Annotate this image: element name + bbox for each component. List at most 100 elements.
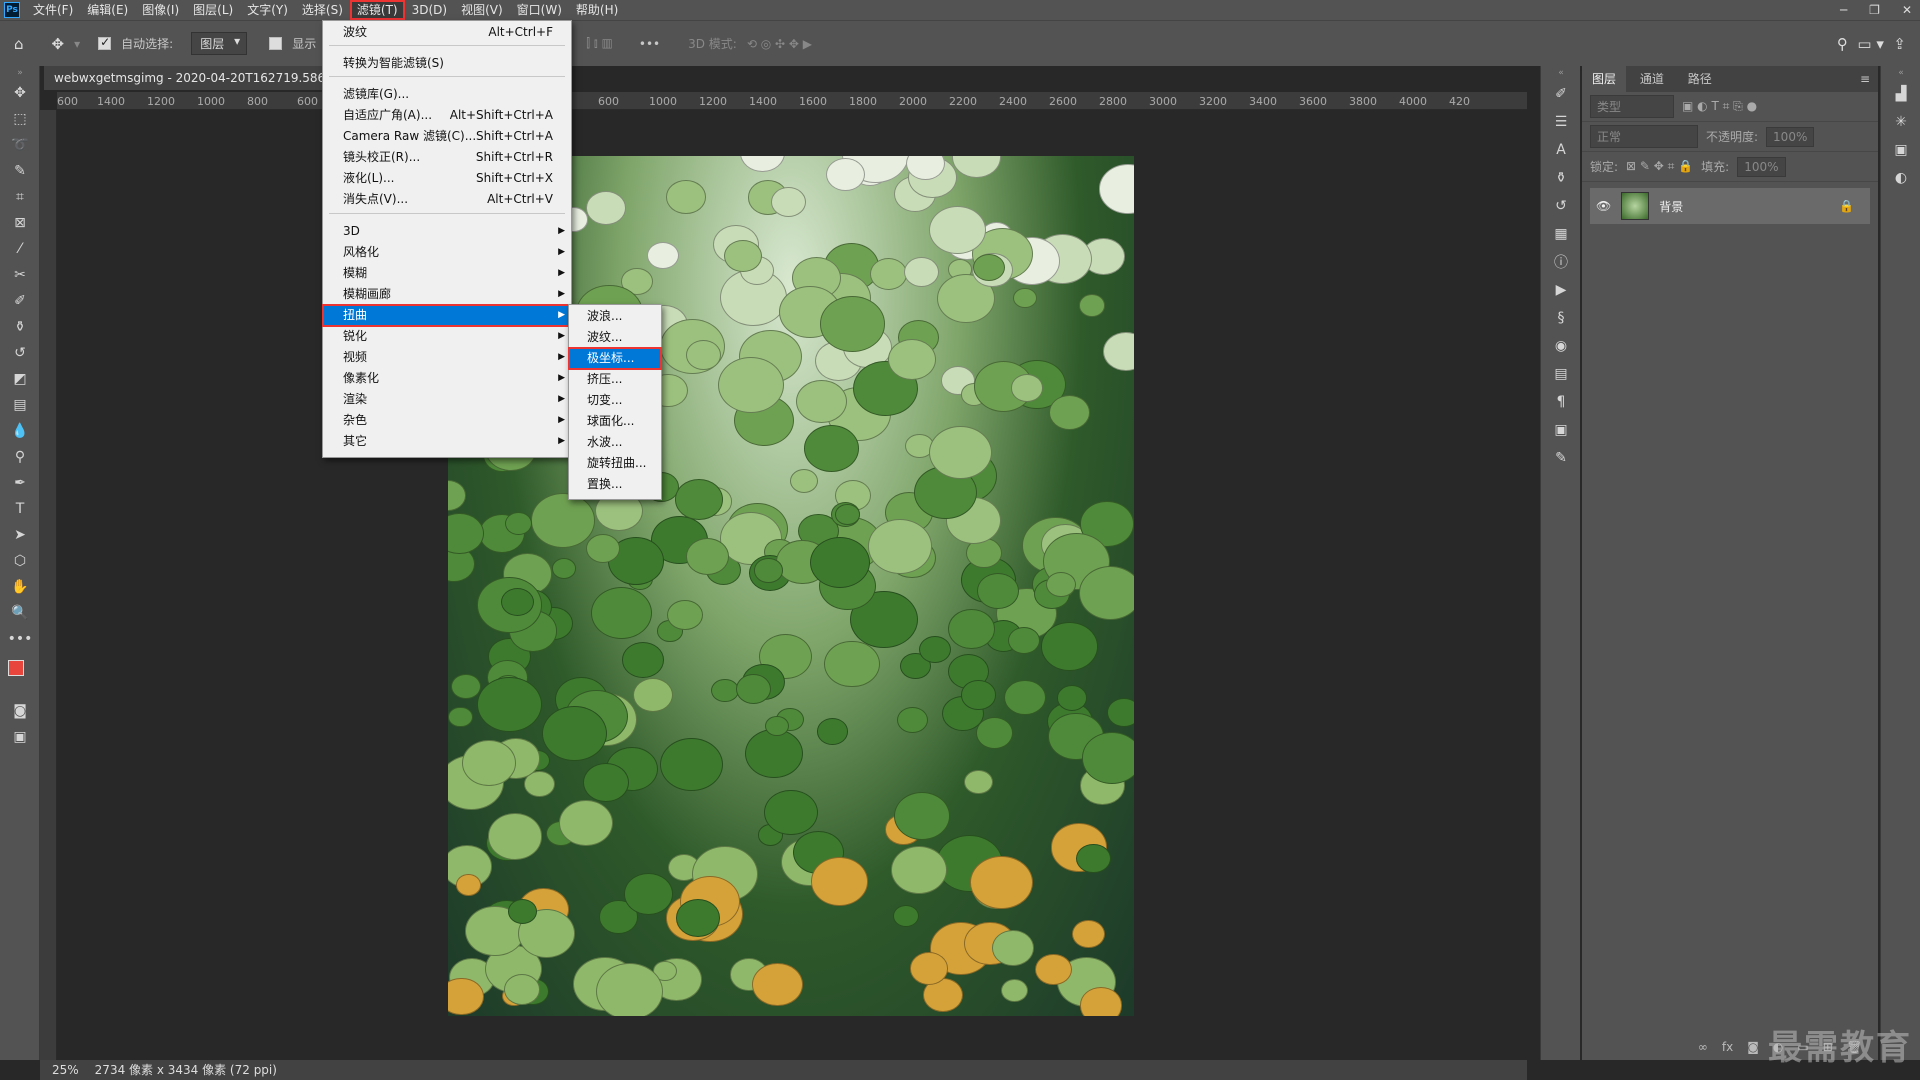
search-icon[interactable]: ⚲ ▭ ▾ ⇪	[1837, 35, 1906, 53]
fill-input[interactable]: 100%	[1737, 156, 1786, 177]
tab-paths[interactable]: 路径	[1678, 66, 1722, 92]
menu-item-smart-filter[interactable]: 转换为智能滤镜(S)	[323, 53, 571, 74]
3d-mode-icons[interactable]: ⟲ ◎ ✣ ✥ ▶	[747, 37, 812, 51]
tab-layers[interactable]: 图层	[1582, 66, 1627, 92]
more-options-button[interactable]: •••	[639, 37, 660, 51]
clone-source-icon[interactable]: ⚱	[1541, 164, 1581, 192]
path-select-icon[interactable]: ➤	[0, 522, 40, 548]
menu-item-3d[interactable]: 3D ▶	[323, 221, 571, 242]
brush-settings-icon[interactable]: ✐	[1541, 80, 1581, 108]
collapse-icon[interactable]: «	[1541, 66, 1581, 80]
zoom-level[interactable]: 25%	[52, 1060, 79, 1080]
submenu-shear[interactable]: 切变...	[569, 390, 661, 411]
move-icon[interactable]: ✥	[0, 80, 40, 106]
lock-icons[interactable]: ⊠ ✎ ✥ ⌗ 🔒	[1626, 159, 1693, 174]
menu-item-liquify[interactable]: 液化(L)... Shift+Ctrl+X	[323, 168, 571, 189]
submenu-spherize[interactable]: 球面化...	[569, 411, 661, 432]
blur-icon[interactable]: 💧	[0, 418, 40, 444]
submenu-wave[interactable]: 波浪...	[569, 306, 661, 327]
filter-icons[interactable]: ▣ ◐ T ⌗ ⎘ ●	[1682, 99, 1757, 114]
menu-item-ripple-last[interactable]: 波纹 Alt+Ctrl+F	[323, 22, 571, 43]
document-info[interactable]: 2734 像素 x 3434 像素 (72 ppi)	[95, 1060, 277, 1080]
stamp-icon[interactable]: ⚱	[0, 314, 40, 340]
adjustments-icon[interactable]: ◐	[1881, 164, 1920, 192]
properties-icon[interactable]: ▣	[1541, 416, 1581, 444]
auto-select-dropdown[interactable]: 图层	[191, 32, 248, 55]
submenu-zigzag[interactable]: 水波...	[569, 432, 661, 453]
marquee-icon[interactable]: ⬚	[0, 106, 40, 132]
color-swatches[interactable]	[0, 652, 40, 698]
layer-row-background[interactable]: 👁 背景 🔒	[1590, 188, 1870, 224]
restore-button[interactable]: ❐	[1869, 3, 1880, 17]
menu-3d[interactable]: 3D(D)	[405, 0, 454, 20]
type-icon[interactable]: T	[0, 496, 40, 522]
navigator-icon[interactable]: ✳	[1881, 108, 1920, 136]
menu-help[interactable]: 帮助(H)	[569, 0, 625, 20]
menu-file[interactable]: 文件(F)	[26, 0, 80, 20]
screen-mode-icon[interactable]: ▣	[0, 724, 40, 750]
eraser-icon[interactable]: ◩	[0, 366, 40, 392]
history-icon[interactable]: ↺	[1541, 192, 1581, 220]
pen-icon[interactable]: ✒	[0, 470, 40, 496]
libraries-icon[interactable]: ▣	[1881, 136, 1920, 164]
minimize-button[interactable]: ─	[1840, 3, 1847, 17]
table-icon[interactable]: ▤	[1541, 360, 1581, 388]
notes-icon[interactable]: ✎	[1541, 444, 1581, 472]
history-brush-icon[interactable]: ↺	[0, 340, 40, 366]
chevron-down-icon[interactable]: ▾	[74, 37, 80, 51]
menu-select[interactable]: 选择(S)	[295, 0, 350, 20]
document-tab[interactable]: webwxgetmsgimg - 2020-04-20T162719.586.j…	[44, 66, 326, 90]
submenu-pinch[interactable]: 挤压...	[569, 369, 661, 390]
collapse-icon[interactable]: «	[1881, 66, 1920, 80]
home-icon[interactable]: ⌂	[14, 35, 24, 53]
menu-filter[interactable]: 滤镜(T)	[349, 0, 405, 20]
mask-icon[interactable]: ◙	[1747, 1040, 1759, 1054]
shape-icon[interactable]: ⬡	[0, 548, 40, 574]
adjust-icon[interactable]: ☰	[1541, 108, 1581, 136]
eye-icon[interactable]: 👁	[1596, 199, 1611, 213]
collapse-icon[interactable]: »	[0, 66, 40, 80]
menu-item-other[interactable]: 其它 ▶	[323, 431, 571, 452]
blend-mode-dropdown[interactable]: 正常	[1590, 125, 1698, 148]
layer-name[interactable]: 背景	[1659, 198, 1683, 215]
align-icons[interactable]: ⫿ ⫾ ▥	[586, 36, 613, 51]
actions-icon[interactable]: ▶	[1541, 276, 1581, 304]
more-tools-icon[interactable]: •••	[0, 626, 40, 652]
submenu-polar-coordinates[interactable]: 极坐标...	[568, 347, 662, 370]
show-transform-checkbox[interactable]	[269, 37, 283, 50]
glyphs-icon[interactable]: §	[1541, 304, 1581, 332]
tab-channels[interactable]: 通道	[1630, 66, 1674, 92]
histogram-icon[interactable]: ▟	[1881, 80, 1920, 108]
crop-icon[interactable]: ⌗	[0, 184, 40, 210]
frame-icon[interactable]: ⊠	[0, 210, 40, 236]
menu-item-filter-gallery[interactable]: 滤镜库(G)...	[323, 84, 571, 105]
panel-menu-icon[interactable]: ≡	[1860, 66, 1870, 92]
menu-item-distort[interactable]: 扭曲 ▶	[322, 304, 572, 327]
menu-item-render[interactable]: 渲染 ▶	[323, 389, 571, 410]
menu-item-sharpen[interactable]: 锐化 ▶	[323, 326, 571, 347]
menu-item-stylize[interactable]: 风格化 ▶	[323, 242, 571, 263]
menu-window[interactable]: 窗口(W)	[510, 0, 569, 20]
dodge-icon[interactable]: ⚲	[0, 444, 40, 470]
menu-item-adaptive-wide-angle[interactable]: 自适应广角(A)... Alt+Shift+Ctrl+A	[323, 105, 571, 126]
move-tool-icon[interactable]: ✥	[52, 35, 65, 53]
character-icon[interactable]: A	[1541, 136, 1581, 164]
swatches-icon[interactable]: ▦	[1541, 220, 1581, 248]
submenu-twirl[interactable]: 旋转扭曲...	[569, 453, 661, 474]
submenu-displace[interactable]: 置换...	[569, 474, 661, 495]
menu-item-blur-gallery[interactable]: 模糊画廊 ▶	[323, 284, 571, 305]
menu-image[interactable]: 图像(I)	[135, 0, 186, 20]
menu-edit[interactable]: 编辑(E)	[80, 0, 135, 20]
3d-icon[interactable]: ◉	[1541, 332, 1581, 360]
menu-item-camera-raw[interactable]: Camera Raw 滤镜(C)... Shift+Ctrl+A	[323, 126, 571, 147]
lasso-icon[interactable]: ➰	[0, 132, 40, 158]
auto-select-checkbox[interactable]	[98, 35, 112, 50]
paragraph-icon[interactable]: ¶	[1541, 388, 1581, 416]
fx-icon[interactable]: fx	[1722, 1040, 1733, 1054]
menu-item-video[interactable]: 视频 ▶	[323, 347, 571, 368]
link-icon[interactable]: ∞	[1698, 1040, 1708, 1054]
quick-mask-icon[interactable]: ◙	[0, 698, 40, 724]
brush-icon[interactable]: ✐	[0, 288, 40, 314]
healing-icon[interactable]: ✂	[0, 262, 40, 288]
zoom-icon[interactable]: 🔍	[0, 600, 40, 626]
